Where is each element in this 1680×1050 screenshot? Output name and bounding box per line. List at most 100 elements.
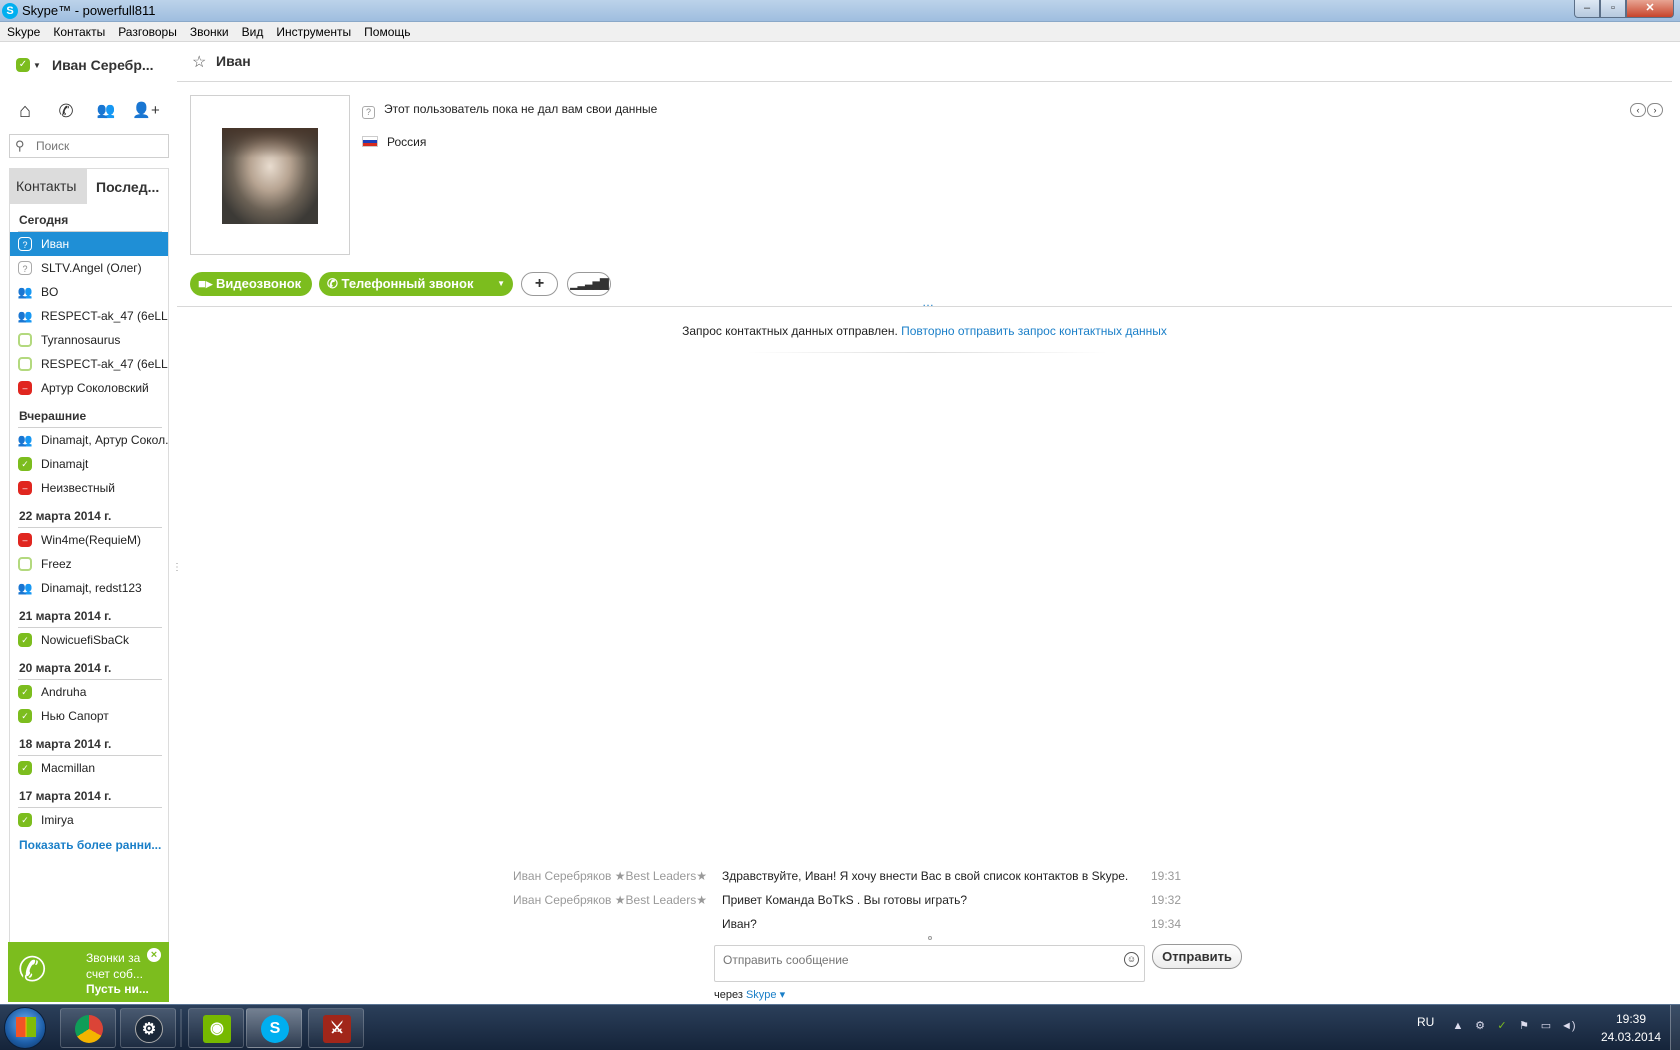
group-header: Вчерашние [10,400,168,428]
contact-name: SLTV.Angel (Олег) [41,261,142,275]
video-call-button[interactable]: ■▸ Видеозвонок [190,272,312,296]
network-icon[interactable]: ▭ [1539,1019,1553,1033]
call-promo-banner[interactable]: ✆ Звонки за счет соб... Пусть ни... × [8,942,169,1002]
menu-contacts[interactable]: Контакты [46,22,111,40]
group-chat-icon: 👥 [17,433,33,447]
volume-icon[interactable]: ◄) [1561,1019,1576,1033]
promo-link[interactable]: Пусть ни... [86,982,149,996]
contact-item[interactable]: ? Иван [10,232,168,256]
message-row: Иван Серебряков ★Best Leaders★ Привет Ко… [177,893,1672,915]
tab-contacts[interactable]: Контакты [9,168,86,204]
add-contact-icon[interactable]: 👤+ [132,97,160,125]
call-quality-button[interactable]: ▁▂▃▅▇ [567,272,611,296]
group-chat-icon: 👥 [17,285,33,299]
action-center-flag-icon[interactable]: ⚑ [1517,1019,1531,1033]
resend-request-link[interactable]: Повторно отправить запрос контактных дан… [901,324,1167,338]
contact-item[interactable]: 👥 Dinamajt, redst123 [10,576,168,600]
contact-item[interactable]: 👥 Dinamajt, Артур Сокол... [10,428,168,452]
contact-item[interactable]: ✓ Andruha [10,680,168,704]
phone-icon[interactable]: ✆ [52,97,80,125]
contact-item[interactable]: ✓ Нью Сапорт [10,704,168,728]
chevron-down-icon[interactable]: ▾ [780,989,786,1001]
contact-item[interactable]: ✓ Macmillan [10,756,168,780]
contact-item[interactable]: ✓ NowicuefiSbaCk [10,628,168,652]
contact-item[interactable]: 👥 RESPECT-ak_47 (6eLLla... [10,304,168,328]
conversation-title: Иван [216,53,251,69]
nav-toolbar: ⌂ ✆ 👥 👤+ [10,97,170,125]
search-box[interactable]: ⚲ [9,134,169,158]
close-icon[interactable]: × [147,948,161,962]
taskbar-skype[interactable]: S [246,1008,302,1048]
taskbar-separator [180,1009,182,1047]
contact-item[interactable]: – Неизвестный [10,476,168,500]
taskbar-nvidia[interactable]: ◉ [188,1008,244,1048]
group-icon[interactable]: 👥 [92,97,120,125]
tab-recent[interactable]: Послед... [86,168,169,204]
chevron-left-icon[interactable]: ‹ [1630,103,1646,117]
taskbar-chrome[interactable] [60,1008,116,1048]
favorite-star-icon[interactable]: ☆ [192,52,206,72]
search-icon: ⚲ [15,138,25,153]
video-call-label: Видеозвонок [216,276,302,291]
online-status-icon: ✓ [18,709,32,723]
system-clock[interactable]: 19:39 24.03.2014 [1596,1010,1666,1046]
header-divider [177,306,1672,307]
windows-logo-icon [16,1017,36,1037]
contact-name: Dinamajt, redst123 [41,581,142,595]
online-status-icon: ✓ [18,457,32,471]
search-input[interactable] [36,138,164,154]
contact-item[interactable]: Freez [10,552,168,576]
maximize-button[interactable]: ▫ [1600,0,1626,18]
close-button[interactable]: ✕ [1626,0,1674,18]
menu-view[interactable]: Вид [235,22,270,40]
minimize-button[interactable]: ‒ [1574,0,1600,18]
chevron-down-icon[interactable]: ▼ [497,272,505,296]
show-more-link[interactable]: Показать более ранни... [10,832,168,852]
nvidia-icon: ◉ [203,1015,231,1043]
message-sender: Иван Серебряков ★Best Leaders★ [513,893,707,907]
menu-calls[interactable]: Звонки [183,22,235,40]
taskbar-dota2[interactable]: ⚔ [308,1008,364,1048]
contact-item[interactable]: 👥 BO [10,280,168,304]
tray-expand-icon[interactable]: ▲ [1451,1019,1465,1033]
group-chat-icon: 👥 [17,581,33,595]
contact-name: RESPECT-ak_47 (6eLLla... [41,357,168,371]
start-button[interactable] [4,1007,46,1049]
steam-tray-icon[interactable]: ⚙ [1473,1019,1487,1033]
group-header: Сегодня [10,204,168,232]
show-desktop-button[interactable] [1670,1005,1680,1050]
send-button[interactable]: Отправить [1152,944,1242,969]
contact-item[interactable]: – Win4me(RequieM) [10,528,168,552]
menu-help[interactable]: Помощь [357,22,416,40]
contact-item[interactable]: Tyrannosaurus [10,328,168,352]
online-status-icon[interactable]: ✓ [16,58,30,72]
menu-skype[interactable]: Skype [0,22,46,40]
contact-item[interactable]: ? SLTV.Angel (Олег) [10,256,168,280]
taskbar: ⚙ ◉ S ⚔ RU ▲ ⚙ ✓ ⚑ ▭ ◄) 19:39 24.03.2014 [0,1004,1680,1050]
message-input[interactable] [723,952,1103,968]
emoticon-icon[interactable]: ☺ [1124,952,1139,967]
menu-conversations[interactable]: Разговоры [111,22,183,40]
chevron-right-icon[interactable]: › [1647,103,1663,117]
home-icon[interactable]: ⌂ [11,97,39,125]
skype-tray-icon[interactable]: ✓ [1495,1019,1509,1033]
via-service-selector[interactable]: Skype [746,989,777,1001]
avatar-photo-shade [222,128,318,158]
menu-tools[interactable]: Инструменты [269,22,357,40]
contact-item[interactable]: ✓ Imirya [10,808,168,832]
contact-avatar[interactable] [190,95,350,255]
sidebar: ✓ ▼ Иван Серебр... ⌂ ✆ 👥 👤+ ⚲ Контакты П… [0,42,182,1004]
profile-name[interactable]: Иван Серебр... [52,57,154,73]
taskbar-steam[interactable]: ⚙ [120,1008,176,1048]
contact-item[interactable]: RESPECT-ak_47 (6eLLla... [10,352,168,376]
chevron-down-icon[interactable]: ▼ [33,61,41,70]
panel-splitter[interactable]: ⋮ [172,562,182,578]
contact-item[interactable]: ✓ Dinamajt [10,452,168,476]
contact-country-row: Россия [362,135,426,149]
contact-item[interactable]: – Артур Соколовский [10,376,168,400]
add-button[interactable]: + [521,272,558,296]
phone-call-button[interactable]: ✆ Телефонный звонок ▼ [319,272,513,296]
window-title: Skype™ - powerfull811 [22,3,156,18]
language-indicator[interactable]: RU [1417,1015,1434,1029]
message-composer[interactable]: ☺ [714,945,1145,982]
